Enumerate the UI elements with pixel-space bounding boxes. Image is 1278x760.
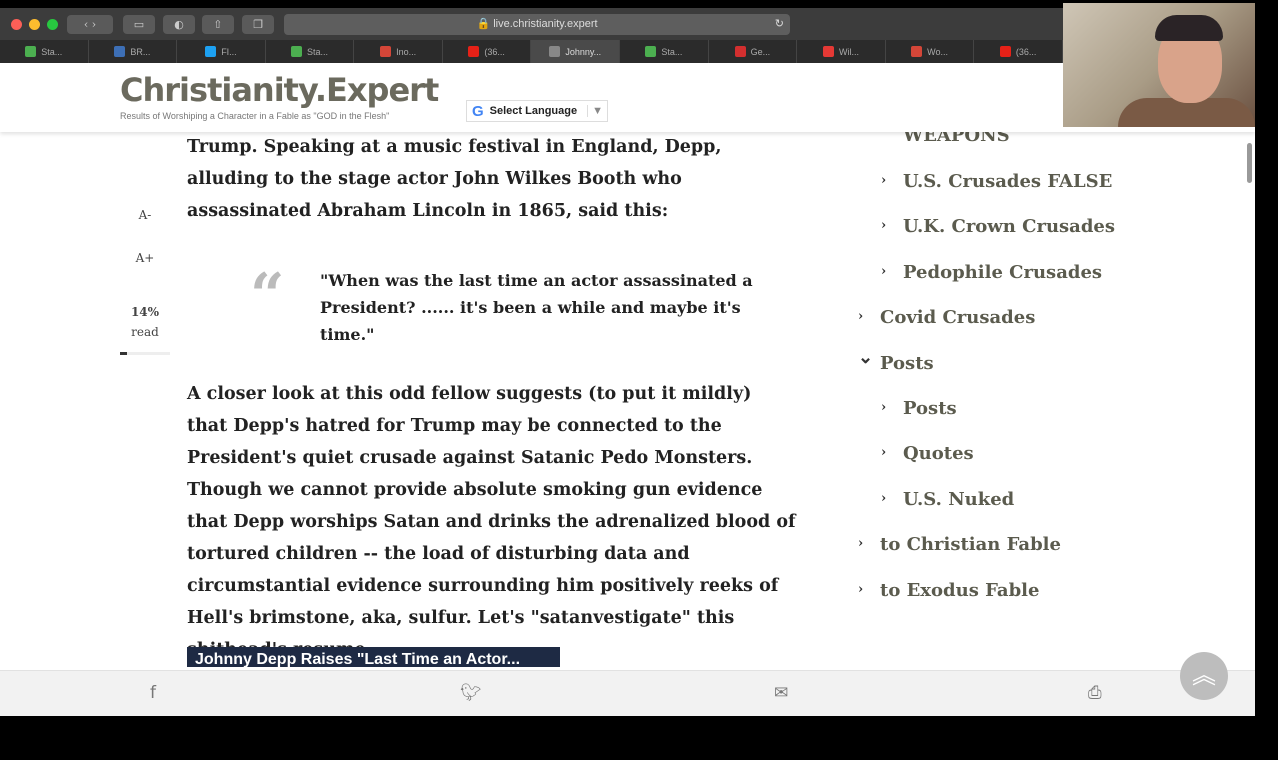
- sidebar-item[interactable]: to Christian Fable: [880, 534, 1061, 555]
- reader-icon[interactable]: ◐: [163, 15, 195, 34]
- favicon-icon: [911, 46, 923, 57]
- browser-tab[interactable]: Sta...: [0, 40, 89, 63]
- tab-label: (36...: [484, 46, 505, 57]
- language-label: Select Language: [489, 105, 578, 117]
- chevron-right-icon[interactable]: ›: [881, 264, 886, 279]
- sidebar-item[interactable]: U.S. Nuked: [903, 489, 1014, 510]
- favicon-icon: [291, 46, 303, 57]
- url-text: live.christianity.expert: [493, 18, 598, 30]
- article-paragraph: A closer look at this odd fellow suggest…: [187, 384, 796, 660]
- chevron-right-icon[interactable]: ›: [881, 400, 886, 415]
- google-icon: G: [472, 102, 484, 120]
- browser-tab[interactable]: Johnny...: [531, 40, 621, 63]
- maximize-window-button[interactable]: [47, 19, 58, 30]
- browser-tab[interactable]: (36...: [974, 40, 1063, 63]
- tab-label: Sta...: [307, 46, 329, 57]
- read-progress-bar: [120, 352, 170, 355]
- tab-label: (36...: [1015, 46, 1037, 57]
- tabs-overview-icon[interactable]: ❐: [242, 15, 274, 34]
- tab-label: Ge...: [750, 46, 771, 57]
- tab-label: Sta...: [41, 46, 63, 57]
- sidebar-item[interactable]: Posts: [880, 353, 934, 374]
- scrollbar[interactable]: [1247, 143, 1252, 183]
- favicon-icon: [734, 46, 746, 57]
- tab-label: Wil...: [838, 46, 859, 57]
- share-footer: f 🐦︎ ✉ ⎙: [0, 670, 1255, 716]
- favicon-icon: [999, 46, 1011, 57]
- favicon-icon: [468, 46, 480, 57]
- chevron-right-icon[interactable]: ›: [858, 309, 863, 324]
- favicon-icon: [114, 46, 126, 57]
- site-tagline: Results of Worshiping a Character in a F…: [120, 111, 390, 121]
- tab-label: Wo...: [927, 46, 948, 57]
- read-label: read: [131, 325, 159, 339]
- browser-tab[interactable]: Wo...: [886, 40, 975, 63]
- browser-tab[interactable]: Sta...: [620, 40, 709, 63]
- browser-tab[interactable]: FI...: [177, 40, 266, 63]
- tab-bar: Sta... BR... FI... Sta... Ino... (36... Johnny…: [0, 40, 1063, 63]
- browser-tab[interactable]: (36...: [443, 40, 532, 63]
- read-progress-fill: [120, 352, 127, 355]
- scroll-to-top-button[interactable]: ︽: [1180, 652, 1228, 700]
- chevron-right-icon[interactable]: ›: [858, 536, 863, 551]
- tab-label: FI...: [221, 46, 237, 57]
- favicon-icon: [205, 46, 217, 57]
- sidebar-item[interactable]: Posts: [903, 398, 957, 419]
- article-quote: "When was the last time an actor assassi…: [320, 271, 753, 344]
- chevron-down-icon[interactable]: ⌄: [858, 347, 873, 368]
- browser-tab[interactable]: Ino...: [354, 40, 443, 63]
- web-page: Christianity.Expert Results of Worshipin…: [0, 63, 1255, 716]
- close-window-button[interactable]: [11, 19, 22, 30]
- webcam-overlay: [1063, 3, 1255, 127]
- tab-label: Sta...: [661, 46, 683, 57]
- sidebar-item[interactable]: Quotes: [903, 443, 974, 464]
- read-percent: 14%: [130, 305, 160, 319]
- dropdown-arrow-icon: ▼: [587, 105, 607, 117]
- reload-icon[interactable]: ↻: [775, 14, 784, 35]
- browser-tab[interactable]: Ge...: [709, 40, 798, 63]
- article-paragraph: Trump. Speaking at a music festival in E…: [187, 137, 722, 221]
- mail-icon[interactable]: ✉: [774, 683, 788, 703]
- sidebar-toggle-icon[interactable]: ▭: [123, 15, 155, 34]
- video-caption[interactable]: Johnny Depp Raises "Last Time an Actor..…: [187, 647, 560, 667]
- favicon-icon: [822, 46, 834, 57]
- favicon-icon: [25, 46, 37, 57]
- print-icon[interactable]: ⎙: [1088, 683, 1102, 703]
- chevron-right-icon[interactable]: ›: [881, 491, 886, 506]
- chevron-right-icon[interactable]: ›: [881, 173, 886, 188]
- back-forward-buttons[interactable]: ‹ ›: [67, 15, 113, 34]
- chevron-right-icon[interactable]: ›: [881, 445, 886, 460]
- twitter-icon[interactable]: 🐦︎: [460, 683, 482, 703]
- sidebar-item[interactable]: U.K. Crown Crusades: [903, 216, 1115, 237]
- share-icon[interactable]: ⇧: [202, 15, 234, 34]
- browser-toolbar: ‹ › ▭ ◐ ⇧ ❐ 🔒 live.christianity.expert ↻: [0, 8, 1063, 40]
- site-logo[interactable]: Christianity.Expert: [120, 71, 439, 109]
- chevron-right-icon[interactable]: ›: [881, 218, 886, 233]
- font-increase-button[interactable]: A+: [120, 251, 170, 265]
- browser-tab[interactable]: Sta...: [266, 40, 355, 63]
- facebook-icon[interactable]: f: [150, 683, 156, 703]
- font-decrease-button[interactable]: A-: [120, 208, 170, 222]
- sidebar-item[interactable]: U.S. Crusades FALSE: [903, 171, 1112, 192]
- browser-tab[interactable]: Wil...: [797, 40, 886, 63]
- tab-label: Ino...: [396, 46, 417, 57]
- favicon-icon: [549, 46, 561, 57]
- minimize-window-button[interactable]: [29, 19, 40, 30]
- sidebar-item[interactable]: Pedophile Crusades: [903, 262, 1102, 283]
- quote-mark-icon: “: [250, 261, 285, 331]
- tab-label: Johnny...: [565, 46, 602, 57]
- address-bar[interactable]: 🔒 live.christianity.expert ↻: [284, 14, 790, 35]
- chevron-right-icon[interactable]: ›: [858, 582, 863, 597]
- sidebar-item[interactable]: Covid Crusades: [880, 307, 1035, 328]
- browser-tab[interactable]: BR...: [89, 40, 178, 63]
- tab-label: BR...: [130, 46, 151, 57]
- sidebar-item[interactable]: to Exodus Fable: [880, 580, 1039, 601]
- favicon-icon: [380, 46, 392, 57]
- language-select[interactable]: G Select Language ▼: [466, 100, 608, 122]
- favicon-icon: [645, 46, 657, 57]
